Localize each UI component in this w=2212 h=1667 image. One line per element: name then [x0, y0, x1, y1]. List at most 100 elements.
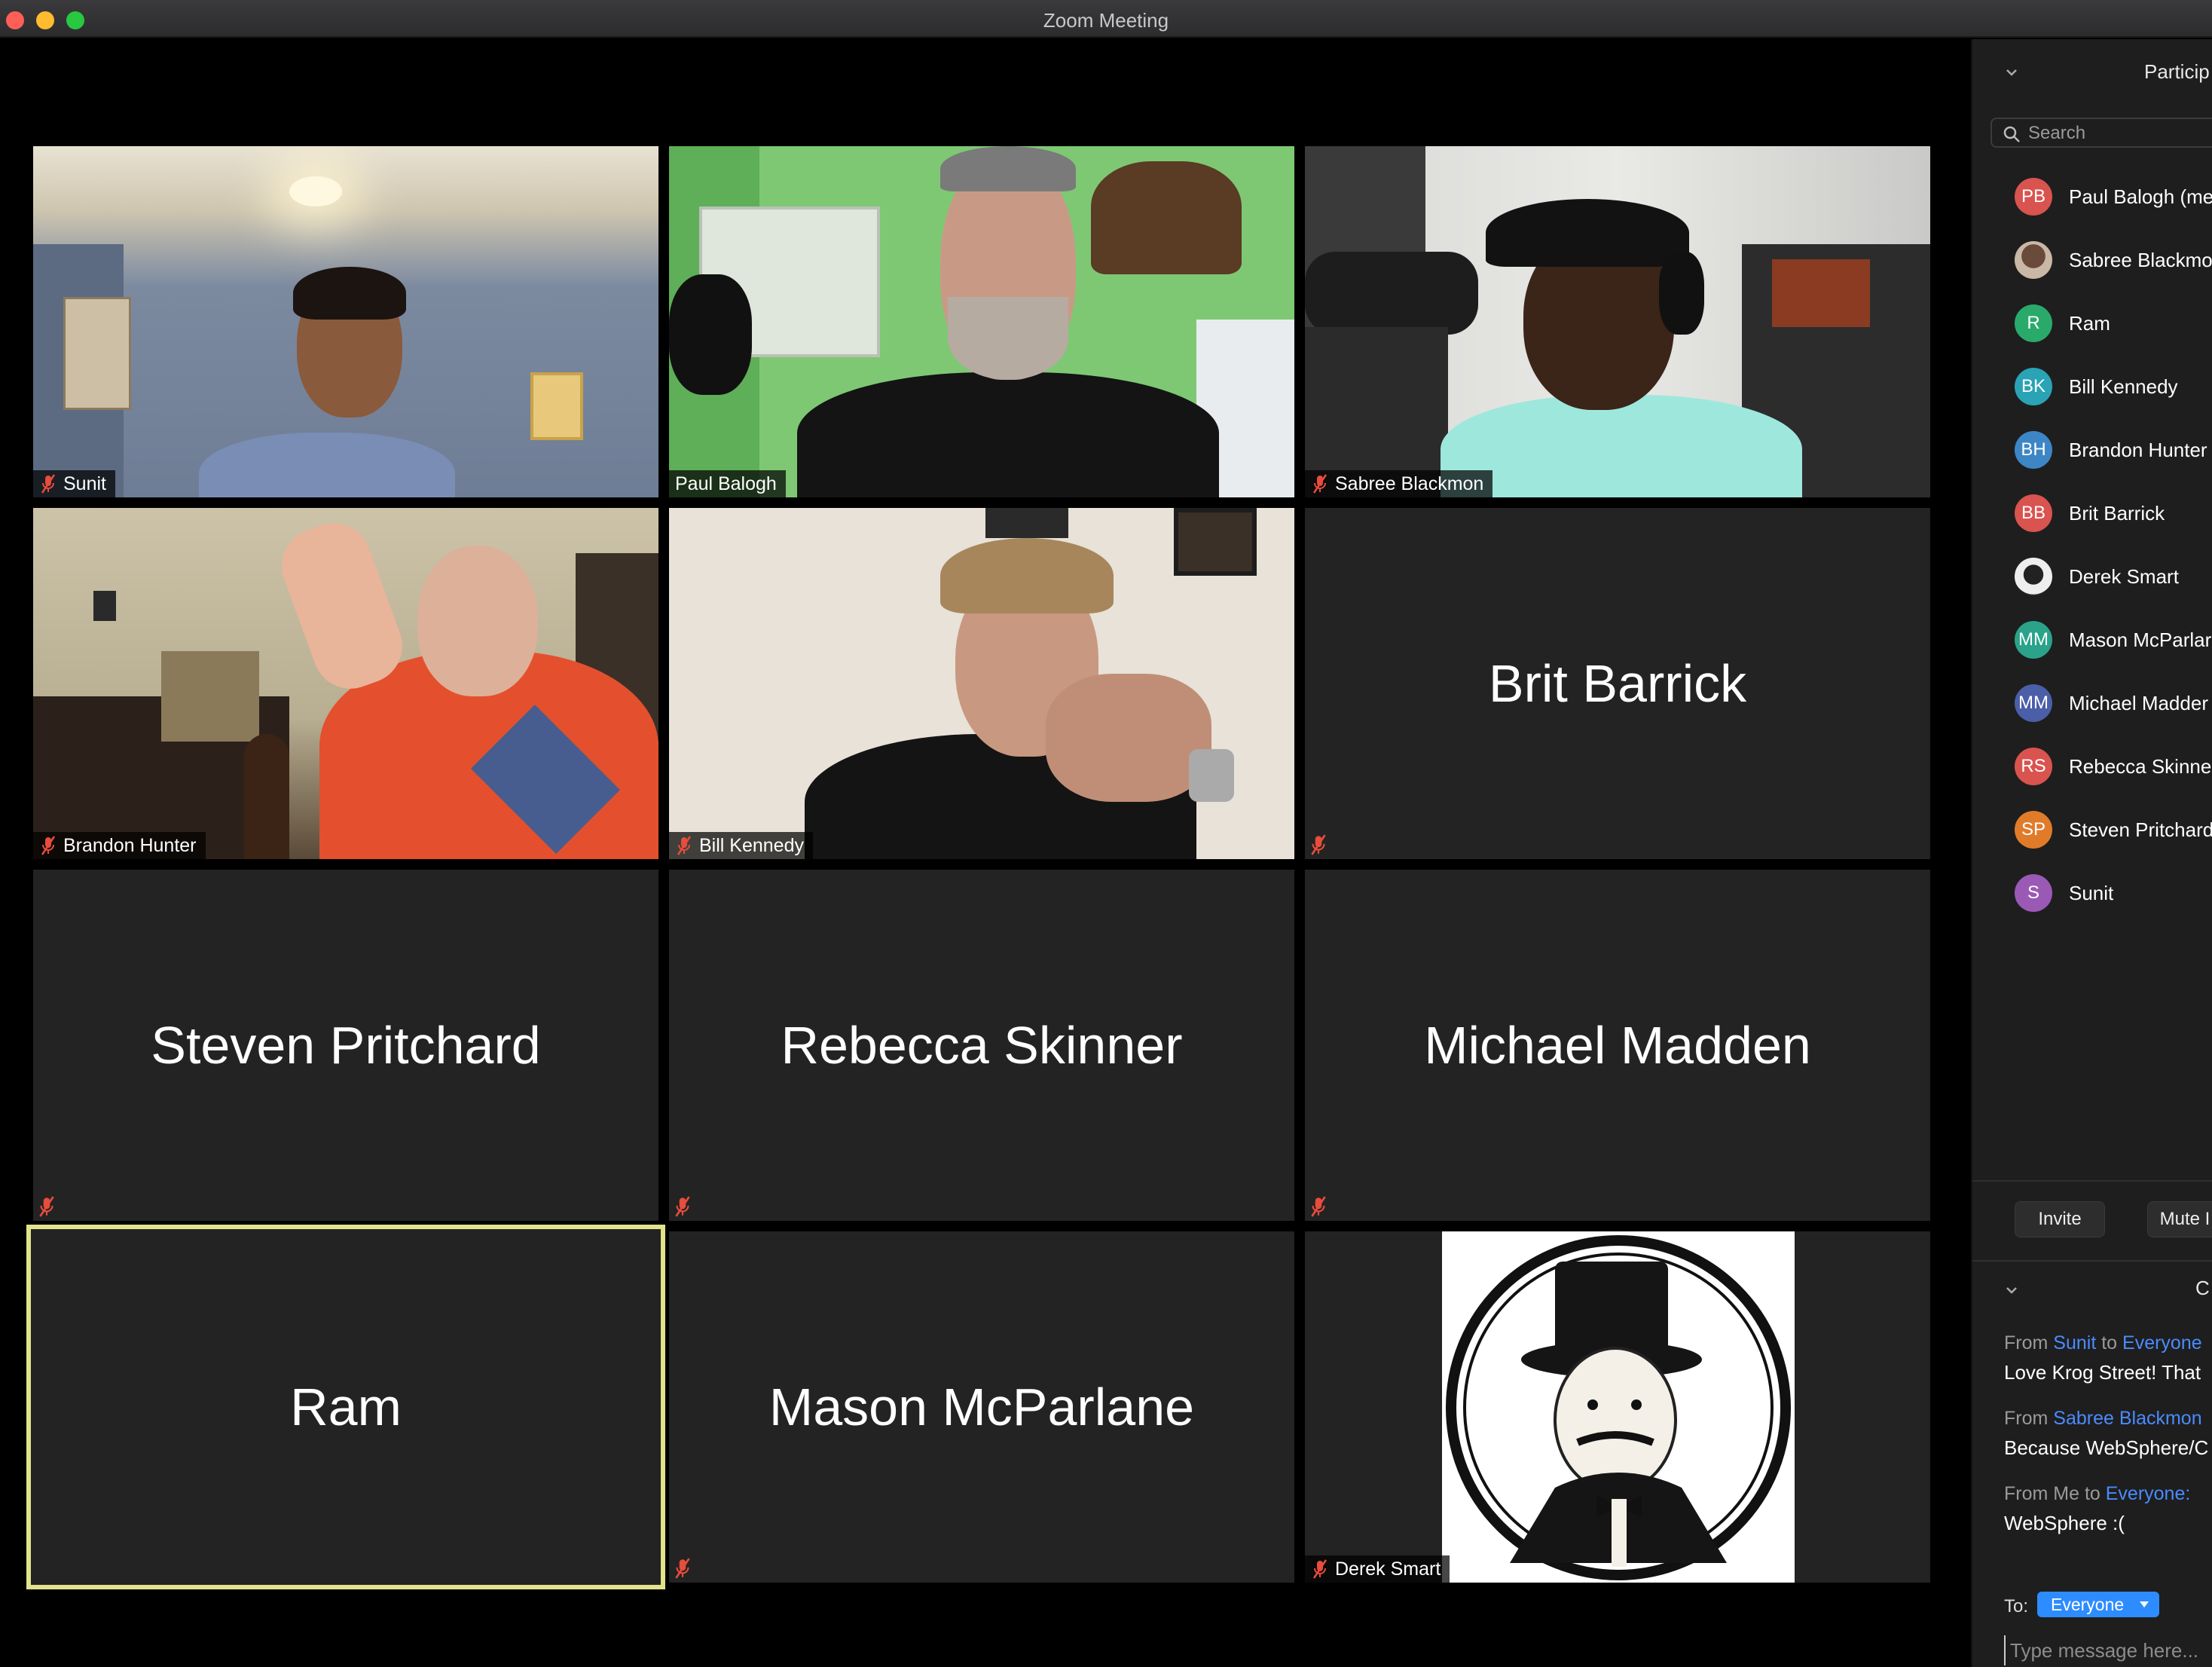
participant-item[interactable]: SP Steven Pritchard [1972, 803, 2212, 849]
mic-muted-icon [1311, 1196, 1326, 1217]
participant-item[interactable]: BB Brit Barrick [1972, 487, 2212, 532]
avatar: S [2015, 874, 2052, 912]
mic-muted-icon [677, 836, 692, 855]
participant-name-tag: Sunit [33, 470, 115, 497]
sender-link[interactable]: Sabree Blackmon [2053, 1408, 2201, 1429]
participant-name: Paul Balogh [675, 473, 777, 494]
participant-list-name: Sunit [2069, 882, 2114, 904]
mic-muted-icon [1311, 834, 1326, 855]
avatar-photo [2015, 558, 2052, 595]
video-tile-bill-kennedy[interactable]: Bill Kennedy [669, 508, 1294, 859]
profile-picture [1442, 1231, 1795, 1583]
participant-item[interactable]: PB Paul Balogh (me [1972, 170, 2212, 216]
search-input[interactable] [2028, 122, 2209, 145]
avatar: BB [2015, 494, 2052, 532]
window-title: Zoom Meeting [1043, 9, 1169, 32]
participant-display-name: Steven Pritchard [151, 1016, 541, 1075]
video-tile-sabree-blackmon[interactable]: Sabree Blackmon [1305, 146, 1930, 497]
participant-item[interactable]: MM Michael Madder [1972, 677, 2212, 722]
participant-list-name: Derek Smart [2069, 565, 2179, 588]
participant-list-name: Paul Balogh (me [2069, 185, 2212, 208]
mic-muted-icon [1312, 474, 1328, 494]
recipient-link[interactable]: Everyone: [2106, 1483, 2191, 1504]
participant-item[interactable]: BK Bill Kennedy [1972, 360, 2212, 405]
video-tile-michael-madden[interactable]: Michael Madden [1305, 870, 1930, 1221]
video-feed [669, 146, 1294, 497]
participant-name-tag: Brandon Hunter [33, 832, 206, 859]
video-feed [1305, 146, 1930, 497]
participant-display-name: Brit Barrick [1488, 654, 1747, 713]
participant-list-name: Rebecca Skinne [2069, 755, 2212, 778]
video-feed [669, 508, 1294, 859]
video-feed [33, 146, 658, 497]
participant-name-tag: Derek Smart [1305, 1555, 1450, 1583]
participants-header: Particip [1972, 60, 2212, 90]
video-feed [33, 508, 658, 859]
avatar: BK [2015, 368, 2052, 405]
recipient-select-value: Everyone [2051, 1595, 2125, 1614]
mic-muted-icon [39, 1196, 54, 1217]
search-icon [2003, 126, 2020, 142]
participant-list-name: Michael Madder [2069, 692, 2208, 714]
recipient-link[interactable]: Everyone [2122, 1332, 2202, 1353]
video-tile-ram[interactable]: Ram [26, 1225, 665, 1589]
meta-text: From Me to [2004, 1483, 2106, 1504]
participant-list-name: Brit Barrick [2069, 502, 2165, 525]
participant-name-tag: Bill Kennedy [669, 832, 813, 859]
collapse-chevron-icon[interactable] [2006, 66, 2018, 78]
video-tile-brit-barrick[interactable]: Brit Barrick [1305, 508, 1930, 859]
chat-message-meta: From Sabree Blackmon [2004, 1408, 2202, 1430]
invite-button[interactable]: Invite [2015, 1201, 2105, 1237]
avatar: R [2015, 304, 2052, 342]
video-tile-sunit[interactable]: Sunit [33, 146, 658, 497]
collapse-chevron-icon[interactable] [2006, 1284, 2018, 1296]
recipient-select[interactable]: Everyone [2037, 1592, 2159, 1617]
avatar: PB [2015, 178, 2052, 216]
chat-header: C [1972, 1277, 2212, 1307]
mic-muted-icon [41, 836, 56, 855]
sender-link[interactable]: Sunit [2053, 1332, 2096, 1353]
participant-display-name: Michael Madden [1424, 1016, 1811, 1075]
participant-item[interactable]: RS Rebecca Skinne [1972, 740, 2212, 785]
participant-display-name: Rebecca Skinner [781, 1016, 1183, 1075]
meta-text: From [2004, 1408, 2054, 1429]
mic-muted-icon [41, 474, 56, 494]
participants-title: Particip [2144, 60, 2210, 83]
meta-text: to [2096, 1332, 2123, 1353]
chat-message-text: Love Krog Street! That [2004, 1361, 2201, 1384]
chat-title: C [2195, 1277, 2210, 1299]
mic-muted-icon [1312, 1559, 1328, 1579]
video-tile-steven-pritchard[interactable]: Steven Pritchard [33, 870, 658, 1221]
participant-name: Sunit [63, 473, 106, 494]
participant-list-name: Steven Pritchard [2069, 818, 2212, 841]
participant-name: Brandon Hunter [63, 835, 197, 856]
video-tile-derek-smart[interactable]: Derek Smart [1305, 1231, 1930, 1583]
participant-name-tag: Paul Balogh [669, 470, 786, 497]
participant-item[interactable]: Sabree Blackmo [1972, 234, 2212, 279]
participant-item[interactable]: R Ram [1972, 297, 2212, 342]
participant-item[interactable]: BH Brandon Hunter [1972, 424, 2212, 469]
avatar: BH [2015, 431, 2052, 469]
chat-message-text: Because WebSphere/C [2004, 1436, 2209, 1459]
avatar: SP [2015, 811, 2052, 849]
chat-message-meta: From Sunit to Everyone [2004, 1332, 2202, 1354]
video-tile-brandon-hunter[interactable]: Brandon Hunter [33, 508, 658, 859]
participant-list-name: Bill Kennedy [2069, 375, 2178, 398]
dropdown-caret-icon [2140, 1601, 2149, 1607]
video-tile-paul-balogh[interactable]: Paul Balogh [669, 146, 1294, 497]
participant-name: Bill Kennedy [699, 835, 804, 856]
participant-list-name: Sabree Blackmo [2069, 249, 2212, 271]
video-tile-mason-mcparlane[interactable]: Mason McParlane [669, 1231, 1294, 1583]
to-label: To: [2004, 1596, 2029, 1617]
participant-item[interactable]: Derek Smart [1972, 550, 2212, 595]
participant-item[interactable]: S Sunit [1972, 867, 2212, 912]
participant-search[interactable] [1990, 118, 2212, 148]
avatar: RS [2015, 748, 2052, 785]
avatar: MM [2015, 684, 2052, 722]
participant-item[interactable]: MM Mason McParlar [1972, 613, 2212, 659]
participant-list-name: Ram [2069, 312, 2110, 335]
chat-message-input[interactable] [2004, 1635, 2212, 1665]
mute-all-button[interactable]: Mute I [2147, 1201, 2212, 1237]
participant-display-name: Mason McParlane [768, 1378, 1195, 1436]
video-tile-rebecca-skinner[interactable]: Rebecca Skinner [669, 870, 1294, 1221]
